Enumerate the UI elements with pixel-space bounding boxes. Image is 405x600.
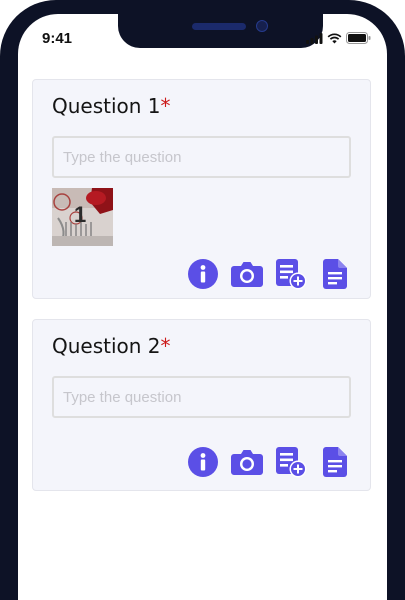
question-title-text: Question 2 [52,334,161,358]
question-input[interactable] [52,376,351,418]
info-button[interactable] [187,258,219,290]
notch [118,14,323,48]
add-list-button[interactable] [275,258,307,290]
camera-icon [231,450,263,475]
phone-frame: 9:41 Question 1* Type the question 1 Que… [0,0,405,600]
document-icon [323,259,347,289]
speaker [192,23,246,30]
question-title: Question 2* [52,334,171,358]
attached-image-thumbnail[interactable]: 1 [52,188,113,246]
document-button[interactable] [319,446,351,478]
info-icon [188,259,218,289]
add-list-button[interactable] [275,446,307,478]
status-icons [306,32,371,44]
question-actions [187,446,351,478]
required-mark: * [160,94,171,118]
front-camera [256,20,268,32]
signal-icon [306,32,323,44]
camera-button[interactable] [231,446,263,478]
document-button[interactable] [319,258,351,290]
question-actions [187,258,351,290]
screen: 9:41 Question 1* Type the question 1 Que… [18,14,387,600]
question-title-text: Question 1 [52,94,161,118]
add-list-icon [276,447,307,478]
question-card-1: Question 1* 1 [32,79,371,299]
required-mark: * [160,334,171,358]
add-list-icon [276,259,307,290]
wifi-icon [327,32,342,43]
status-time: 9:41 [42,30,73,47]
question-card-2: Question 2* [32,319,371,491]
info-icon [188,447,218,477]
camera-icon [231,262,263,287]
camera-button[interactable] [231,258,263,290]
thumbnail-label: 1 [74,202,87,227]
battery-icon [346,32,371,44]
question-title: Question 1* [52,94,171,118]
question-input[interactable] [52,136,351,178]
info-button[interactable] [187,446,219,478]
document-icon [323,447,347,477]
